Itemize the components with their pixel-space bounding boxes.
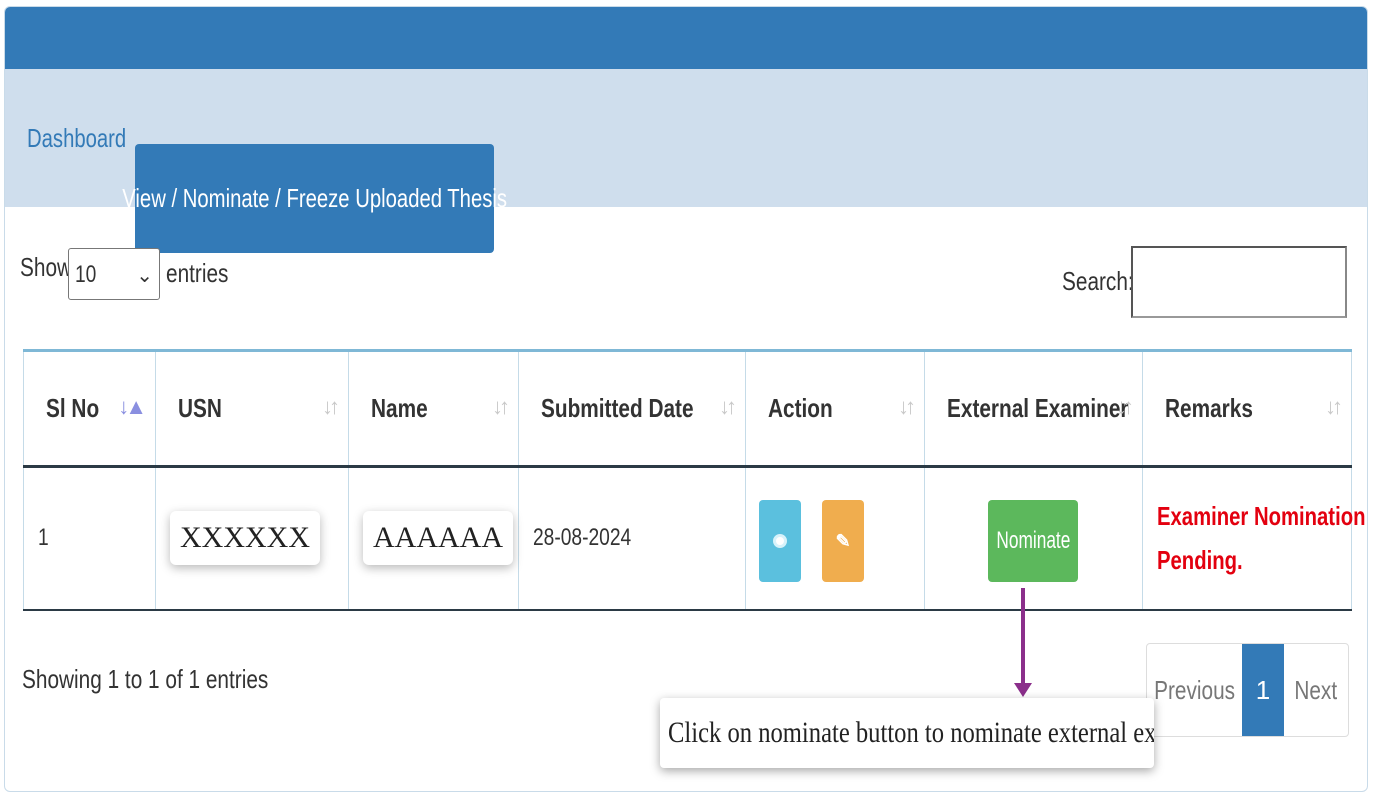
sort-icon: ↓↑ [492,394,510,419]
tab-bar: Dashboard View / Nominate / Freeze Uploa… [5,69,1367,253]
entries-label: entries [166,258,229,288]
table-header-row: Sl No ↓▲ USN ↓↑ Name ↓↑ Submitted Date ↓↑ Ac… [23,350,1352,468]
sort-asc-icon: ↓▲ [118,394,147,419]
tab-label: View / Nominate / Freeze Uploaded Thesis [122,183,507,213]
annotation-arrow [1021,588,1025,683]
edit-icon: ✎ [835,530,851,551]
sort-icon: ↓↑ [898,394,916,419]
search-input[interactable] [1131,246,1347,318]
nominate-label: Nominate [996,527,1070,554]
remarks-text: Examiner Nomination Pending. [1157,501,1366,576]
cell-name: AAAAAA [348,466,519,611]
column-header-name[interactable]: Name ↓↑ [348,350,519,468]
cell-submitted-date: 28-08-2024 [518,466,746,611]
column-header-usn[interactable]: USN ↓↑ [155,350,349,468]
usn-value: XXXXXX [170,511,320,566]
cell-usn: XXXXXX [155,466,349,611]
thesis-table: Sl No ↓▲ USN ↓↑ Name ↓↑ Submitted Date ↓↑ Ac… [23,349,1366,611]
sort-icon: ↓↑ [1116,394,1134,419]
annotation-callout: Click on nominate button to nominate ext… [660,698,1154,768]
previous-page-button[interactable]: Previous [1147,644,1242,736]
column-header-action[interactable]: Action ↓↑ [745,350,925,468]
sort-icon: ↓↑ [719,394,737,419]
length-select-value: 10 [75,261,97,288]
sort-icon: ↓↑ [322,394,340,419]
next-page-button[interactable]: Next [1284,644,1348,736]
name-value: AAAAAA [363,511,513,566]
column-header-external-examiner[interactable]: External Examiner ↓↑ [924,350,1143,468]
table-info: Showing 1 to 1 of 1 entries [22,664,269,694]
entries-length-select[interactable]: 10 ⌄ [68,248,160,300]
cell-remarks: Examiner Nomination Pending. [1142,466,1366,611]
sort-icon: ↓↑ [1325,394,1343,419]
tab-view-nominate-freeze[interactable]: View / Nominate / Freeze Uploaded Thesis [122,144,507,253]
current-page-button[interactable]: 1 [1242,644,1284,736]
nominate-button[interactable]: Nominate [988,500,1078,582]
table-row: 1 XXXXXX AAAAAA 28-08-2024 ✎ Nominate Ex… [23,466,1366,611]
tab-dashboard[interactable]: Dashboard [27,123,126,154]
pagination: Previous 1 Next [1146,643,1349,737]
annotation-arrow-head [1014,683,1032,697]
panel-header [5,7,1367,69]
view-button[interactable] [759,500,801,582]
column-header-submitted-date[interactable]: Submitted Date ↓↑ [518,350,746,468]
cell-external-examiner: Nominate [924,466,1143,611]
chevron-down-icon: ⌄ [136,265,153,287]
column-header-remarks[interactable]: Remarks ↓↑ [1142,350,1352,468]
cell-action: ✎ [745,466,925,611]
column-header-sl-no[interactable]: Sl No ↓▲ [23,350,156,468]
edit-button[interactable]: ✎ [822,500,864,582]
eye-icon [773,534,787,548]
cell-sl-no: 1 [23,466,156,611]
